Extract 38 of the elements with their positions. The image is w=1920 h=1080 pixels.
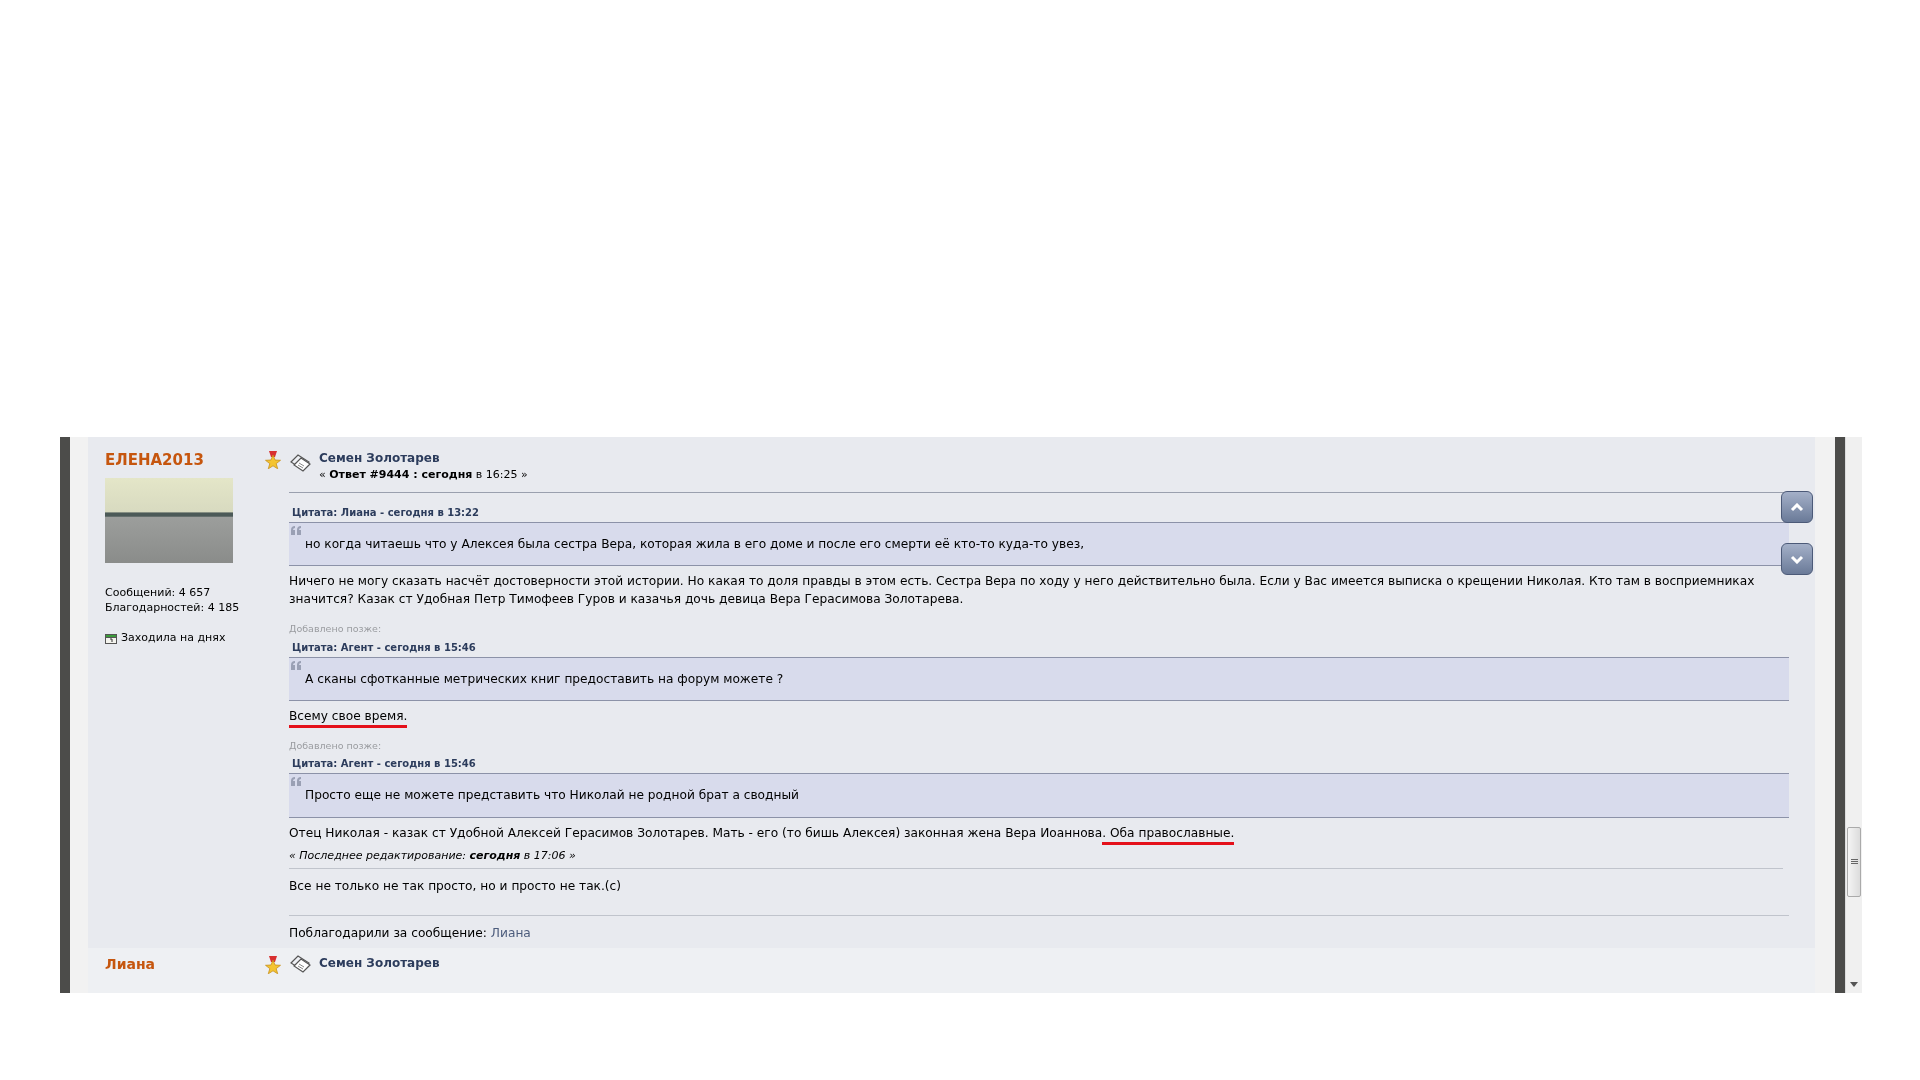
scroll-down-arrow-icon[interactable] bbox=[1850, 982, 1858, 987]
quote-icon bbox=[291, 525, 303, 535]
documents-icon bbox=[289, 453, 311, 473]
chevron-up-icon bbox=[1790, 502, 1804, 512]
thanks-count: Благодарностей: 4 185 bbox=[105, 600, 241, 617]
username-link[interactable]: Лиана bbox=[105, 954, 155, 976]
scroll-down-button[interactable] bbox=[1781, 543, 1813, 575]
post-title-link[interactable]: Семен Золотарев bbox=[319, 449, 528, 467]
thanks-label: Поблагодарили за сообщение: bbox=[289, 924, 487, 942]
reply-info: « Ответ #9444 : сегодня в 16:25 » bbox=[319, 467, 528, 483]
added-later-label: Добавлено позже: bbox=[289, 739, 383, 754]
quote-header: Цитата: Лиана - сегодня в 13:22 bbox=[291, 505, 481, 520]
quote-text: А сканы сфотканные метрических книг предоставить на форум можете ? bbox=[304, 670, 785, 688]
quote-text: но когда читаешь что у Алексея была сестра Вера, которая жила в его доме и после его смерти её кто-то куда-то увез, bbox=[304, 535, 1085, 553]
added-later-label: Добавлено позже: bbox=[289, 622, 383, 637]
quote-text: Просто еще не можете представить что Николай не родной брат а сводный bbox=[304, 787, 801, 805]
post-text: Ничего не могу сказать насчёт достоверности этой истории. Но какая то доля правды в этом есть. Сестра Вера по ходу у него действительно была. Если у Вас имеется выписка о крещении Николая. Кто там в восприемниках значится? Казак ст Удобная Петр Тимофеев Гуров и казачья дочь девица Вера Герасимова Золотарева. bbox=[289, 572, 1756, 609]
signature-text: Все не только не так просто, но и просто не так.(с) bbox=[289, 876, 1789, 916]
grip-icon bbox=[1850, 859, 1858, 865]
quote-icon bbox=[291, 660, 303, 670]
star-medal-icon bbox=[265, 956, 281, 975]
username-link[interactable]: ЕЛЕНА2013 bbox=[105, 449, 204, 472]
calendar-icon bbox=[105, 633, 117, 645]
user-link[interactable]: Лиана bbox=[490, 923, 531, 943]
post-count: Сообщений: 4 657 bbox=[105, 584, 212, 601]
scrollbar-thumb[interactable] bbox=[1847, 827, 1861, 897]
scroll-up-button[interactable] bbox=[1781, 491, 1813, 523]
quote-header: Цитата: Агент - сегодня в 15:46 bbox=[291, 640, 477, 655]
quote-icon bbox=[291, 777, 303, 787]
post-text: Отец Николая - казак ст Удобной Алексей Герасимов Золотарев. Мать - его (то бишь Алексея) законная жена Вера Иоаннова. Оба православные. bbox=[289, 823, 1789, 843]
last-edit-note: « Последнее редактирование: сегодня в 17:06 » bbox=[289, 848, 1783, 869]
quote-header: Цитата: Агент - сегодня в 15:46 bbox=[291, 757, 477, 772]
star-medal-icon bbox=[265, 451, 281, 469]
online-status: Заходила на днях bbox=[121, 630, 226, 647]
chevron-down-icon bbox=[1790, 554, 1804, 564]
post-text: Всему свое время. bbox=[289, 706, 1789, 726]
documents-icon bbox=[289, 954, 311, 975]
post-title-link[interactable]: Семен Золотарев bbox=[319, 954, 440, 973]
